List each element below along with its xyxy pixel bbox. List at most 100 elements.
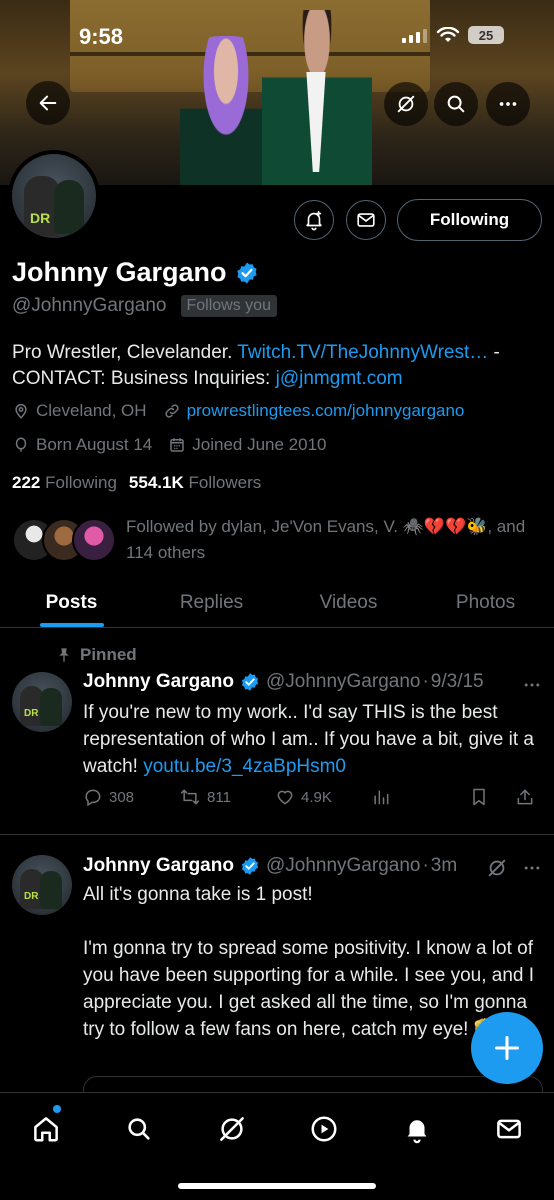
bio-email-link[interactable]: j@jnmgmt.com: [276, 368, 403, 389]
embedded-media-card[interactable]: [83, 1076, 543, 1092]
profile-name-row: Johnny Gargano: [12, 257, 259, 288]
back-button[interactable]: [26, 81, 70, 125]
post-more-icon[interactable]: [522, 858, 542, 878]
grok-button[interactable]: [384, 82, 428, 126]
heart-icon: [277, 790, 293, 805]
pinned-indicator: Pinned: [56, 645, 137, 665]
post-more-icon[interactable]: [522, 675, 542, 695]
cellular-signal-icon: [402, 27, 428, 43]
post-avatar[interactable]: DR: [12, 855, 72, 915]
nav-search[interactable]: [119, 1111, 159, 1147]
search-button[interactable]: [434, 82, 478, 126]
handle-row: @JohnnyGargano Follows you: [12, 295, 277, 317]
followed-by-text[interactable]: Followed by dylan, Je'Von Evans, V. 🕷️💔💔…: [126, 514, 546, 566]
share-action[interactable]: [515, 787, 535, 807]
followed-by-avatars[interactable]: [12, 518, 116, 562]
nav-videos[interactable]: [304, 1111, 344, 1147]
following-button[interactable]: Following: [397, 199, 542, 241]
nav-messages[interactable]: [489, 1111, 529, 1147]
follower-avatar-3: [72, 518, 116, 562]
post-header: Johnny Gargano @JohnnyGargano · 9/3/15: [83, 671, 484, 693]
compose-post-button[interactable]: [471, 1012, 543, 1084]
tab-photos[interactable]: Photos: [417, 578, 554, 627]
arrow-left-icon: [39, 95, 57, 111]
followers-label: Followers: [188, 473, 262, 492]
home-indicator: [178, 1183, 376, 1189]
following-count-link[interactable]: 222 Following: [12, 473, 117, 493]
views-chart-icon: [374, 790, 389, 805]
tab-replies[interactable]: Replies: [143, 578, 280, 627]
like-count: 4.9K: [301, 788, 332, 806]
bookmark-action[interactable]: [469, 787, 515, 807]
profile-handle: @JohnnyGargano: [12, 295, 167, 316]
avatar-logo: DR: [30, 210, 51, 226]
balloon-icon: [15, 437, 27, 452]
avatar-figure-child: [54, 180, 84, 234]
profile-avatar[interactable]: DR: [8, 150, 100, 242]
followers-count: 554.1K: [128, 473, 184, 492]
like-action[interactable]: 4.9K: [275, 787, 371, 807]
post-time[interactable]: 9/3/15: [431, 671, 484, 693]
verified-badge-icon: [241, 673, 259, 691]
banner-person-left: [180, 36, 272, 185]
post-author-handle: @JohnnyGargano: [265, 671, 421, 692]
more-horizontal-icon: [499, 102, 517, 106]
post-time[interactable]: 3m: [431, 855, 457, 877]
envelope-icon: [497, 1119, 521, 1139]
play-circle-icon: [311, 1116, 337, 1142]
post-pinned[interactable]: Pinned DR Johnny Gargano @JohnnyGargano …: [0, 629, 554, 834]
bio-contact-text: CONTACT: Business Inquiries:: [12, 368, 276, 389]
dates-row: Born August 14 Joined June 2010: [12, 435, 327, 455]
post-avatar-figure-child: [40, 871, 62, 909]
post-author-handle: @JohnnyGargano: [265, 855, 421, 876]
verified-badge-icon[interactable]: [235, 261, 259, 285]
status-icons: 25: [402, 26, 504, 44]
following-label: Following: [45, 473, 117, 492]
repost-action[interactable]: 811: [179, 787, 275, 807]
envelope-icon: [357, 213, 375, 227]
following-count: 222: [12, 473, 41, 492]
post-avatar-logo: DR: [24, 891, 39, 902]
reply-count: 308: [109, 788, 135, 806]
link-icon: [164, 404, 179, 418]
repost-count: 811: [207, 788, 231, 806]
nav-grok[interactable]: [212, 1111, 252, 1147]
search-icon: [447, 95, 465, 113]
post-dot: ·: [422, 671, 429, 692]
notifications-toggle-button[interactable]: [294, 200, 334, 240]
post-text: All it's gonna take is 1 post! I'm gonna…: [83, 884, 535, 1040]
location-text: Cleveland, OH: [36, 401, 147, 420]
home-notification-dot: [53, 1105, 61, 1113]
verified-badge-icon: [241, 857, 259, 875]
post-link[interactable]: youtu.be/3_4zaBpHsm0: [143, 756, 346, 777]
bookmark-icon: [473, 788, 485, 806]
post-author-name[interactable]: Johnny Gargano: [83, 855, 234, 877]
grok-icon: [397, 95, 415, 113]
post-author-name[interactable]: Johnny Gargano: [83, 671, 234, 693]
more-options-button[interactable]: [486, 82, 530, 126]
post-actions: 308 811 4.9K: [83, 787, 543, 807]
birthday-text: Born August 14: [36, 435, 153, 454]
message-button[interactable]: [346, 200, 386, 240]
battery-icon: 25: [468, 26, 504, 44]
post-avatar[interactable]: DR: [12, 672, 72, 732]
reply-action[interactable]: 308: [83, 787, 179, 807]
status-time: 9:58: [79, 24, 124, 49]
grok-icon[interactable]: [486, 857, 508, 879]
post-dot: ·: [422, 855, 429, 876]
tab-videos[interactable]: Videos: [280, 578, 417, 627]
nav-home[interactable]: [26, 1111, 66, 1147]
nav-notifications[interactable]: [397, 1111, 437, 1147]
bio-twitch-link[interactable]: Twitch.TV/TheJohnnyWrest…: [237, 342, 488, 363]
website-link[interactable]: prowrestlingtees.com/johnnygargano: [187, 401, 465, 421]
calendar-icon: [170, 438, 185, 452]
views-action[interactable]: [371, 787, 469, 807]
follow-counts: 222 Following 554.1K Followers: [12, 473, 261, 493]
location-pin-icon: [15, 403, 27, 419]
pinned-label: Pinned: [80, 645, 137, 664]
profile-tabs: Posts Replies Videos Photos: [0, 578, 554, 628]
post-header: Johnny Gargano @JohnnyGargano · 3m: [83, 855, 457, 877]
tab-posts[interactable]: Posts: [0, 578, 143, 627]
post-avatar-figure-child: [40, 688, 62, 726]
followers-count-link[interactable]: 554.1K Followers: [129, 473, 261, 493]
